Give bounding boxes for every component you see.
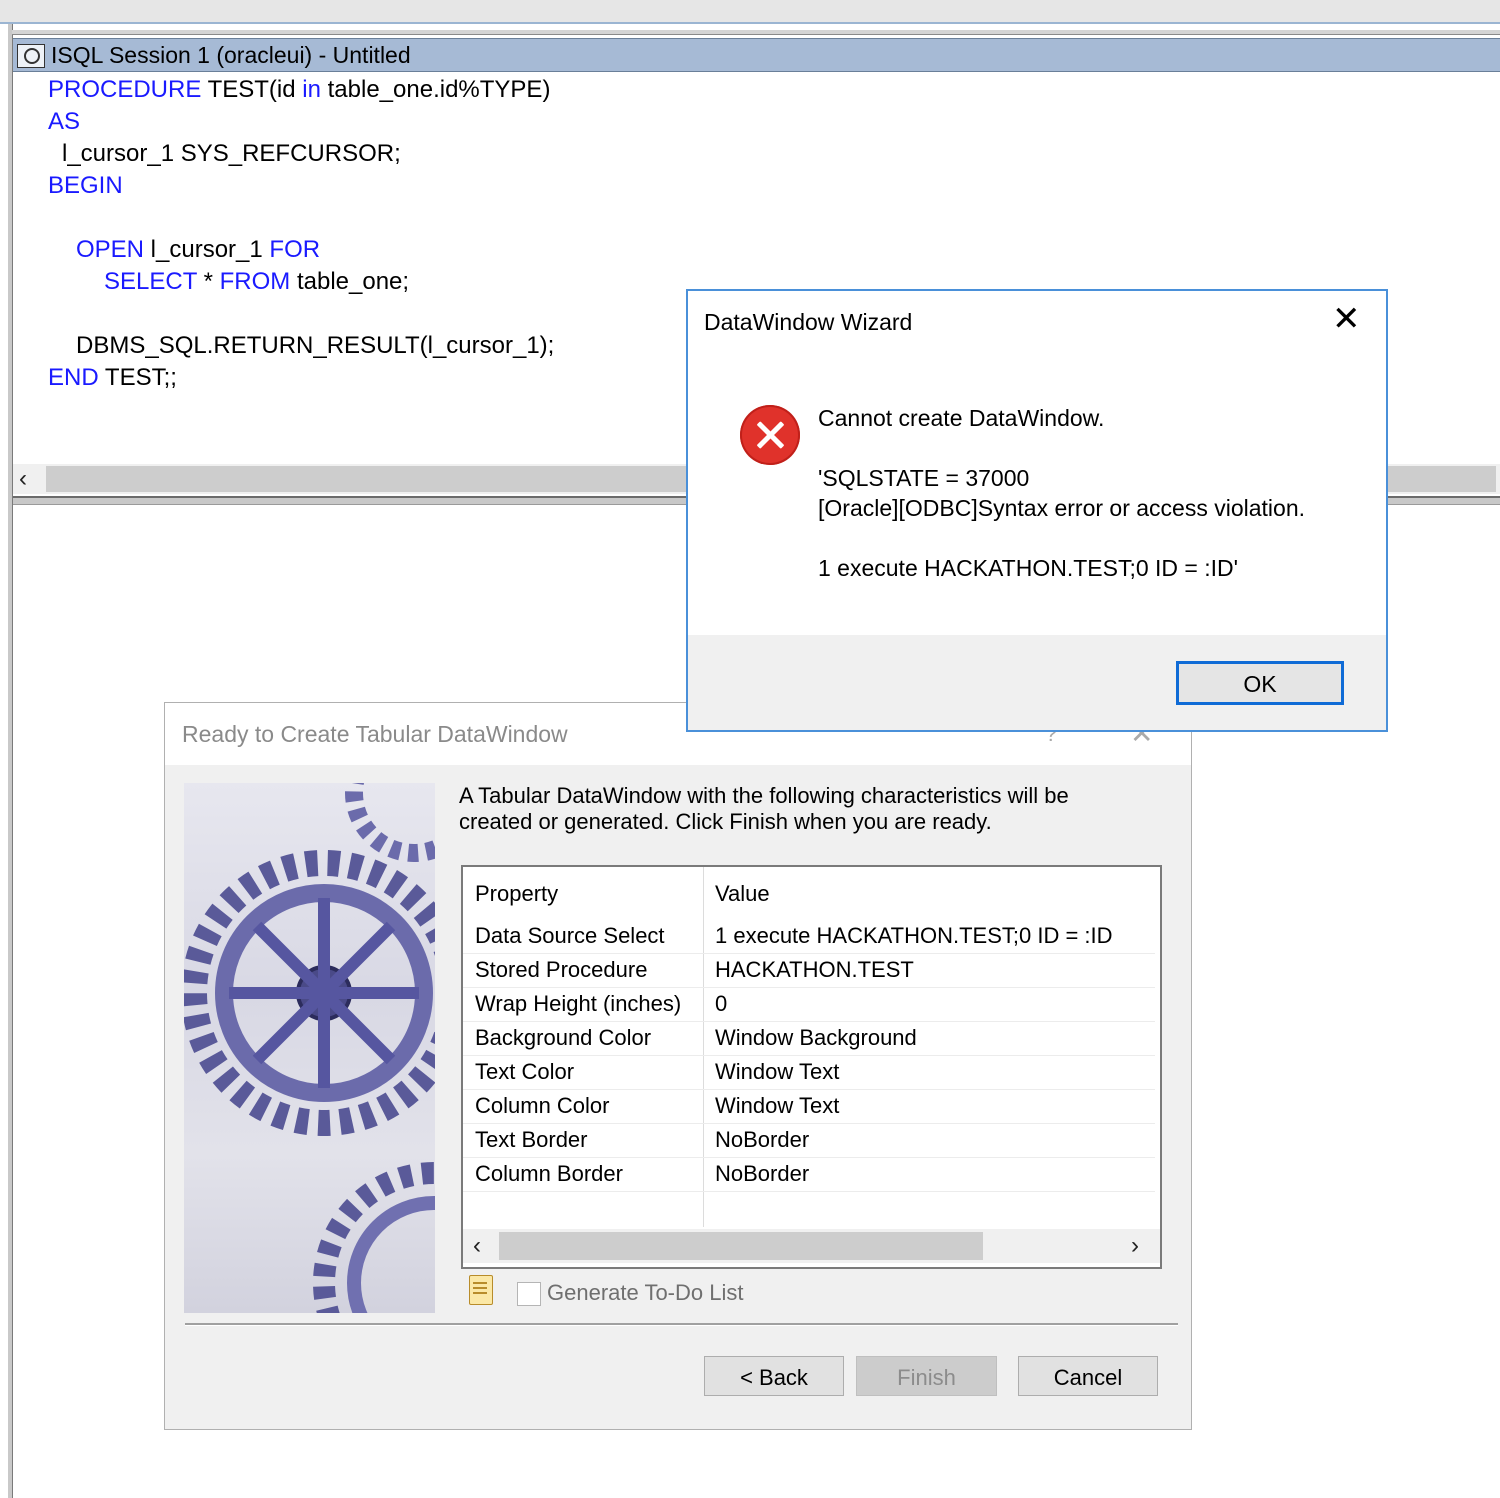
isql-session-title-bar[interactable]: ISQL Session 1 (oracleui) - Untitled: [13, 38, 1500, 72]
tabular-datawindow-wizard: Ready to Create Tabular DataWindow ? ✕ A…: [164, 702, 1192, 1430]
table-row[interactable]: Text Color Window Text: [463, 1055, 1155, 1090]
wizard-description: A Tabular DataWindow with the following …: [459, 783, 1119, 835]
properties-table[interactable]: Property Value Data Source Select 1 execu…: [461, 865, 1162, 1269]
wizard-description-line-2: created or generated. Click Finish when …: [459, 809, 992, 834]
error-icon: [740, 405, 800, 465]
code-keyword: in: [302, 76, 321, 103]
wizard-title: Ready to Create Tabular DataWindow: [182, 721, 568, 747]
code-keyword: OPEN: [76, 236, 145, 263]
property-cell: Column Color: [475, 1093, 610, 1118]
message-box-close-icon[interactable]: ✕: [1332, 299, 1361, 339]
sql-code-editor[interactable]: PROCEDURE TEST(id in table_one.id%TYPE) A…: [20, 74, 680, 458]
code-text: *: [196, 268, 220, 295]
property-cell: Stored Procedure: [475, 957, 648, 982]
scroll-right-icon[interactable]: ›: [1131, 1229, 1139, 1263]
app-top-bar: [0, 0, 1500, 24]
value-cell: Window Text: [715, 1059, 840, 1084]
header-value: Value: [715, 881, 770, 906]
code-text: table_one.id%TYPE): [320, 76, 551, 103]
cancel-button[interactable]: Cancel: [1018, 1356, 1158, 1396]
message-box-title: DataWindow Wizard: [704, 309, 913, 335]
table-row[interactable]: Stored Procedure HACKATHON.TEST: [463, 953, 1155, 988]
table-row[interactable]: Column Border NoBorder: [463, 1157, 1155, 1192]
value-cell: 0: [715, 991, 728, 1016]
code-line: PROCEDURE TEST(id in table_one.id%TYPE): [20, 74, 680, 106]
wizard-description-line-1: A Tabular DataWindow with the following …: [459, 783, 1069, 808]
scroll-thumb[interactable]: [499, 1232, 983, 1260]
property-cell: Data Source Select: [475, 923, 665, 948]
code-keyword: FOR: [269, 236, 321, 263]
back-button[interactable]: < Back: [704, 1356, 844, 1396]
error-message-line-4: 1 execute HACKATHON.TEST;0 ID = :ID': [818, 555, 1239, 581]
property-cell: Text Border: [475, 1127, 588, 1152]
code-line: l_cursor_1 SYS_REFCURSOR;: [20, 138, 680, 170]
finish-button[interactable]: Finish: [856, 1356, 997, 1396]
table-row[interactable]: Column Color Window Text: [463, 1089, 1155, 1124]
gears-image: [184, 783, 435, 1313]
message-box-footer: OK: [688, 635, 1386, 730]
code-line: END TEST;;: [20, 362, 680, 394]
value-cell: HACKATHON.TEST: [715, 957, 914, 982]
property-cell: Background Color: [475, 1025, 652, 1050]
code-line: SELECT * FROM table_one;: [20, 266, 680, 298]
value-cell: Window Text: [715, 1093, 840, 1118]
isql-session-title: ISQL Session 1 (oracleui) - Untitled: [51, 42, 411, 68]
code-text: DBMS_SQL.RETURN_RESULT(l_cursor_1);: [76, 332, 555, 359]
error-message-box: DataWindow Wizard ✕ Cannot create DataWi…: [686, 289, 1388, 732]
table-row[interactable]: Wrap Height (inches) 0: [463, 987, 1155, 1022]
code-line: BEGIN: [20, 170, 680, 202]
scroll-left-icon[interactable]: ‹: [19, 464, 27, 494]
error-message-line-1: Cannot create DataWindow.: [818, 405, 1105, 431]
isql-session-icon: [17, 44, 45, 68]
property-cell: Wrap Height (inches): [475, 991, 682, 1016]
property-cell: Column Border: [475, 1161, 623, 1186]
todo-list-icon: [469, 1275, 493, 1305]
code-text: l_cursor_1 SYS_REFCURSOR;: [62, 140, 401, 167]
code-text: TEST;;: [98, 364, 177, 391]
code-keyword: END: [48, 364, 99, 391]
code-line: AS: [20, 106, 680, 138]
code-text: TEST(id: [201, 76, 303, 103]
gears-illustration: [184, 783, 435, 1313]
generate-todo-label[interactable]: Generate To-Do List: [547, 1280, 743, 1306]
frame-border: [8, 24, 13, 1498]
header-property: Property: [475, 881, 559, 906]
code-text: l_cursor_1: [144, 236, 270, 263]
code-keyword: PROCEDURE: [48, 76, 202, 103]
error-message-line-2: 'SQLSTATE = 37000: [818, 465, 1030, 491]
code-keyword: FROM: [219, 268, 291, 295]
error-message-line-3: [Oracle][ODBC]Syntax error or access vio…: [818, 495, 1305, 521]
frame-border-top: [12, 30, 1500, 35]
value-cell: NoBorder: [715, 1161, 810, 1186]
code-keyword: SELECT: [104, 268, 197, 295]
code-text: table_one;: [290, 268, 410, 295]
table-header: Property Value: [463, 877, 1155, 911]
code-line: DBMS_SQL.RETURN_RESULT(l_cursor_1);: [20, 330, 680, 362]
table-row[interactable]: Data Source Select 1 execute HACKATHON.TE…: [463, 919, 1155, 954]
wizard-separator: [185, 1323, 1178, 1326]
code-line: OPEN l_cursor_1 FOR: [20, 234, 680, 266]
table-row[interactable]: Text Border NoBorder: [463, 1123, 1155, 1158]
table-horizontal-scrollbar[interactable]: ‹ ›: [463, 1229, 1160, 1263]
value-cell: NoBorder: [715, 1127, 810, 1152]
property-cell: Text Color: [475, 1059, 575, 1084]
generate-todo-checkbox[interactable]: [517, 1282, 541, 1306]
code-keyword: BEGIN: [48, 172, 123, 199]
code-keyword: AS: [48, 108, 81, 135]
ok-button[interactable]: OK: [1176, 661, 1344, 705]
value-cell: Window Background: [715, 1025, 917, 1050]
scroll-left-icon[interactable]: ‹: [473, 1229, 481, 1263]
table-row[interactable]: Background Color Window Background: [463, 1021, 1155, 1056]
value-cell: 1 execute HACKATHON.TEST;0 ID = :ID: [715, 923, 1113, 948]
